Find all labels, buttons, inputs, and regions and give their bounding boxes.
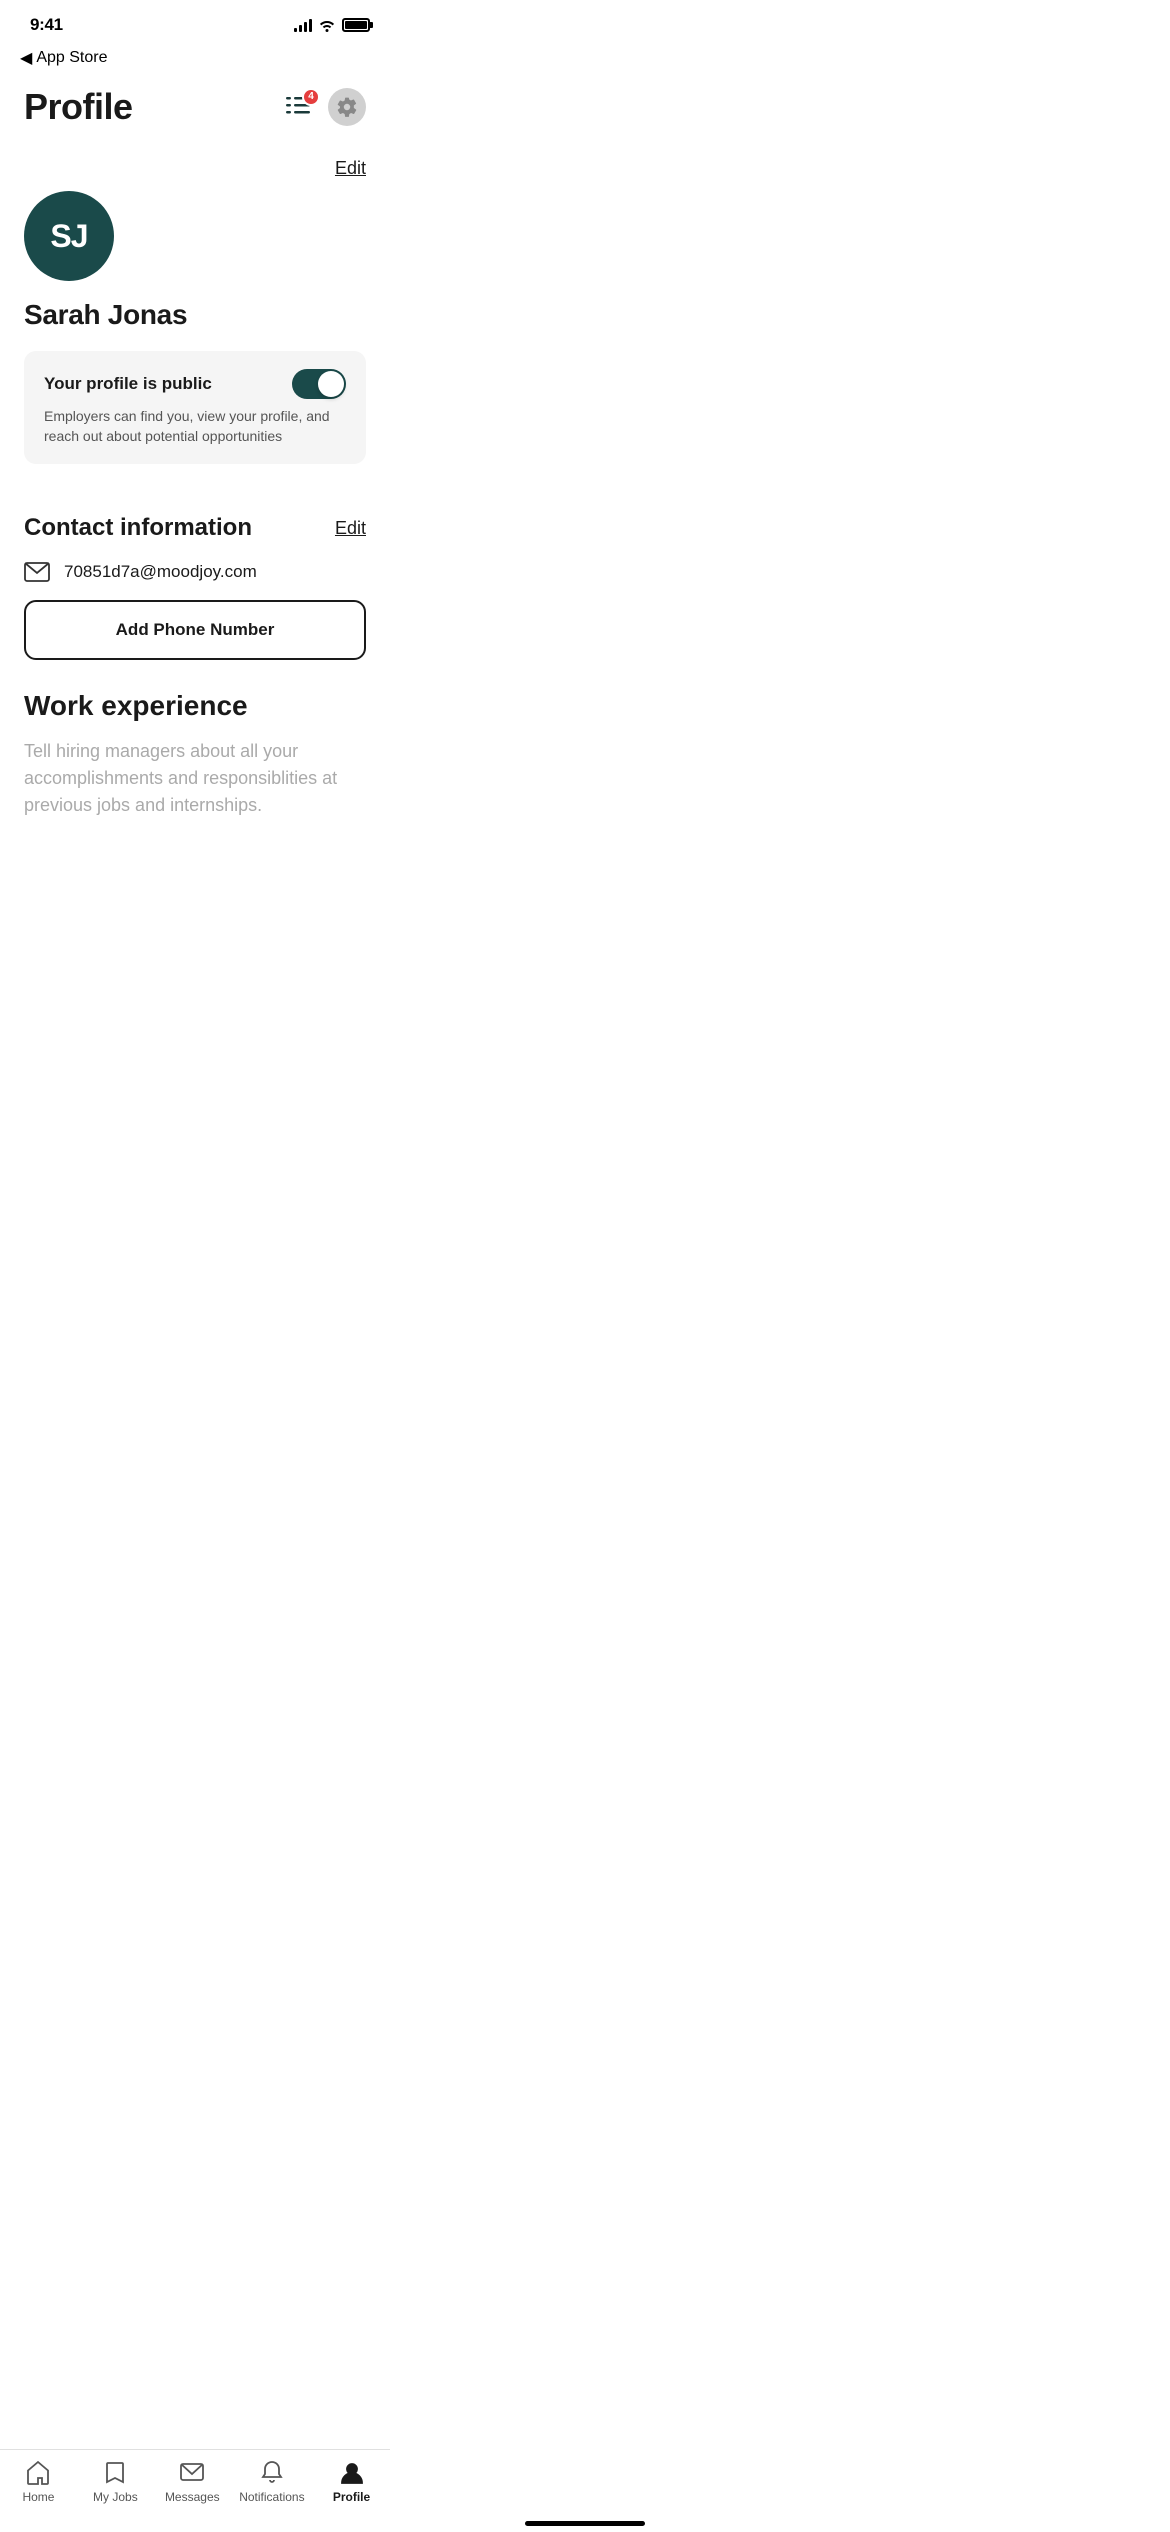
profile-header: Edit xyxy=(24,158,366,179)
avatar: SJ xyxy=(24,191,114,281)
public-toggle-switch[interactable] xyxy=(292,369,346,399)
notification-list-button[interactable]: 4 xyxy=(286,94,314,121)
nav-item-notifications[interactable]: Notifications xyxy=(239,2460,304,2504)
back-text: App Store xyxy=(36,49,107,67)
profile-nav-icon xyxy=(339,2460,365,2486)
email-row: 70851d7a@moodjoy.com xyxy=(24,562,366,582)
my-jobs-nav-icon xyxy=(102,2460,128,2486)
contact-edit-button[interactable]: Edit xyxy=(335,518,366,539)
nav-item-profile[interactable]: Profile xyxy=(322,2460,382,2504)
page-title: Profile xyxy=(24,86,133,128)
user-name: Sarah Jonas xyxy=(24,299,366,331)
notifications-nav-label: Notifications xyxy=(239,2490,304,2504)
signal-bars-icon xyxy=(294,18,312,32)
nav-item-messages[interactable]: Messages xyxy=(162,2460,222,2504)
home-nav-icon xyxy=(25,2460,51,2486)
nav-item-my-jobs[interactable]: My Jobs xyxy=(85,2460,145,2504)
contact-section: Contact information Edit 70851d7a@moodjo… xyxy=(0,514,390,660)
public-toggle-label: Your profile is public xyxy=(44,374,212,394)
nav-item-home[interactable]: Home xyxy=(8,2460,68,2504)
battery-icon xyxy=(342,18,370,32)
public-toggle-description: Employers can find you, view your profil… xyxy=(44,407,346,446)
status-bar: 9:41 xyxy=(0,0,390,44)
email-address: 70851d7a@moodjoy.com xyxy=(64,562,257,582)
add-phone-button[interactable]: Add Phone Number xyxy=(24,600,366,660)
profile-section: Edit SJ Sarah Jonas Your profile is publ… xyxy=(0,148,390,514)
header-icons: 4 xyxy=(286,88,366,126)
home-indicator xyxy=(525,2521,645,2526)
messages-nav-icon xyxy=(179,2460,205,2486)
gear-icon xyxy=(336,96,358,118)
public-toggle-card: Your profile is public Employers can fin… xyxy=(24,351,366,464)
my-jobs-nav-label: My Jobs xyxy=(93,2490,138,2504)
avatar-initials: SJ xyxy=(50,218,87,255)
work-experience-description: Tell hiring managers about all your acco… xyxy=(24,738,366,819)
mail-icon xyxy=(24,562,50,582)
home-nav-label: Home xyxy=(22,2490,54,2504)
status-time: 9:41 xyxy=(30,15,63,35)
notifications-nav-icon xyxy=(259,2460,285,2486)
work-experience-section: Work experience Tell hiring managers abo… xyxy=(0,690,390,819)
notification-badge: 4 xyxy=(302,88,320,106)
messages-nav-label: Messages xyxy=(165,2490,220,2504)
contact-section-header: Contact information Edit xyxy=(24,514,366,542)
toggle-knob xyxy=(318,371,344,397)
back-arrow-icon: ◀ xyxy=(20,48,32,68)
profile-edit-button[interactable]: Edit xyxy=(335,158,366,179)
profile-nav-label: Profile xyxy=(333,2490,370,2504)
settings-button[interactable] xyxy=(328,88,366,126)
bottom-navigation: Home My Jobs Messages Notifications xyxy=(0,2449,390,2532)
wifi-icon xyxy=(318,18,336,32)
app-store-back[interactable]: ◀ App Store xyxy=(0,44,390,76)
status-icons xyxy=(294,18,370,32)
public-toggle-row: Your profile is public xyxy=(44,369,346,399)
contact-section-title: Contact information xyxy=(24,514,252,542)
page-header: Profile 4 xyxy=(0,76,390,148)
work-experience-title: Work experience xyxy=(24,690,366,722)
